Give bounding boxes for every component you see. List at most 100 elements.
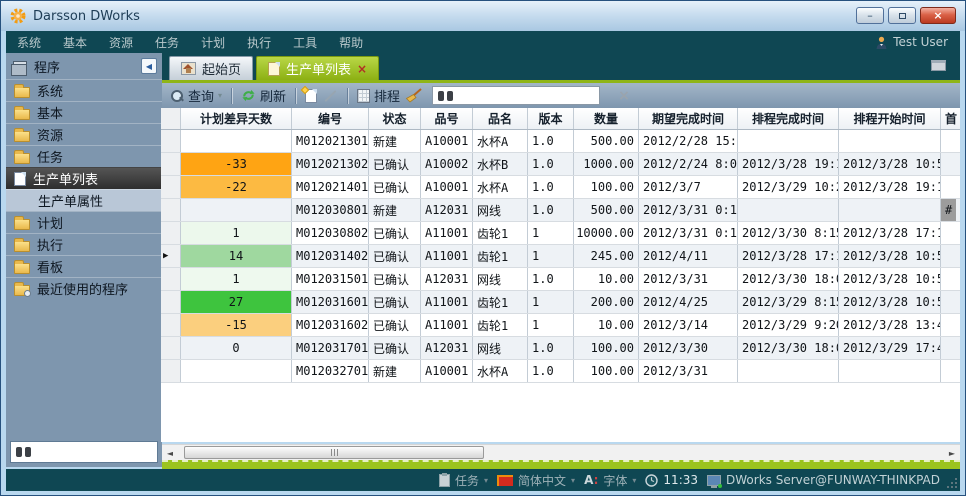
tab-start-page[interactable]: 起始页	[169, 56, 253, 80]
schedule-button[interactable]: 排程	[357, 86, 400, 105]
cell-expect[interactable]: 2012/4/25	[639, 291, 738, 313]
cell-sched_end[interactable]	[738, 199, 839, 221]
cell-sched_end[interactable]: 2012/3/30 8:15	[738, 222, 839, 244]
sidebar-item-8[interactable]: 看板	[6, 255, 162, 277]
cell-ver[interactable]: 1	[528, 291, 574, 313]
close-button[interactable]: ×	[920, 7, 956, 24]
cell-no[interactable]: M012021301	[292, 130, 369, 152]
status-font-menu[interactable]: A: 字体 ▾	[584, 472, 636, 489]
column-header-6[interactable]: 数量	[574, 108, 639, 129]
sidebar-item-2[interactable]: 资源	[6, 123, 162, 145]
status-task-menu[interactable]: 任务 ▾	[439, 472, 488, 489]
cell-name[interactable]: 水杯A	[473, 176, 528, 198]
cell-sched_start[interactable]: 2012/3/28 10:52	[839, 245, 941, 267]
cell-diff[interactable]: 1	[181, 268, 292, 290]
cell-status[interactable]: 已确认	[369, 268, 421, 290]
cell-item[interactable]: A12031	[421, 337, 473, 359]
cell-qty[interactable]: 100.00	[574, 360, 639, 382]
cell-expect[interactable]: 2012/3/31	[639, 360, 738, 382]
cell-sched_end[interactable]	[738, 360, 839, 382]
minimize-button[interactable]: –	[856, 7, 884, 24]
cell-sched_end[interactable]: 2012/3/29 10:20	[738, 176, 839, 198]
cell-sched_start[interactable]: 2012/3/28 10:52	[839, 291, 941, 313]
cell-status[interactable]: 已确认	[369, 245, 421, 267]
menu-item-1[interactable]: 基本	[52, 34, 98, 51]
cell-qty[interactable]: 100.00	[574, 337, 639, 359]
cell-item[interactable]: A10001	[421, 360, 473, 382]
sidebar-collapse-button[interactable]: ◀	[141, 58, 157, 74]
cell-diff[interactable]: -22	[181, 176, 292, 198]
cell-sched_end[interactable]: 2012/3/29 8:15	[738, 291, 839, 313]
cell-item[interactable]: A11001	[421, 291, 473, 313]
sidebar-item-3[interactable]: 任务	[6, 145, 162, 167]
cell-sched_start[interactable]: 2012/3/28 13:40	[839, 314, 941, 336]
cell-no[interactable]: M012031402	[292, 245, 369, 267]
user-area[interactable]: Test User	[875, 35, 960, 49]
column-header-4[interactable]: 品名	[473, 108, 528, 129]
row-selector-cell[interactable]	[161, 360, 181, 382]
new-button[interactable]	[305, 89, 317, 103]
menu-item-5[interactable]: 执行	[236, 34, 282, 51]
table-row[interactable]: M012021301新建A10001水杯A1.0500.002012/2/28 …	[161, 130, 960, 153]
sidebar-item-0[interactable]: 系统	[6, 79, 162, 101]
cell-qty[interactable]: 500.00	[574, 130, 639, 152]
sidebar-item-9[interactable]: 最近使用的程序	[6, 277, 162, 299]
cell-no[interactable]: M012032701	[292, 360, 369, 382]
row-selector-cell[interactable]	[161, 222, 181, 244]
table-row[interactable]: 1M012031501已确认A12031网线1.010.002012/3/312…	[161, 268, 960, 291]
cell-status[interactable]: 新建	[369, 360, 421, 382]
cell-sched_start[interactable]	[839, 360, 941, 382]
cell-expect[interactable]: 2012/3/31 0:10	[639, 199, 738, 221]
cell-ver[interactable]: 1.0	[528, 360, 574, 382]
cell-sched_start[interactable]: 2012/3/28 19:10	[839, 176, 941, 198]
cell-qty[interactable]: 200.00	[574, 291, 639, 313]
cell-no[interactable]: M012030802	[292, 222, 369, 244]
cell-status[interactable]: 已确认	[369, 337, 421, 359]
cell-sched_start[interactable]	[839, 199, 941, 221]
query-caret-icon[interactable]: ▾	[218, 91, 222, 100]
table-row[interactable]: 27M012031601已确认A11001齿轮11200.002012/4/25…	[161, 291, 960, 314]
cell-status[interactable]: 已确认	[369, 222, 421, 244]
table-row[interactable]: 0M012031701已确认A12031网线1.0100.002012/3/30…	[161, 337, 960, 360]
row-selector-cell[interactable]	[161, 314, 181, 336]
cell-sched_end[interactable]: 2012/3/30 18:00	[738, 268, 839, 290]
cell-expect[interactable]: 2012/2/28 15:00	[639, 130, 738, 152]
column-header-9[interactable]: 排程开始时间	[839, 108, 941, 129]
cell-extra[interactable]	[941, 291, 960, 313]
cell-diff[interactable]: 0	[181, 337, 292, 359]
cell-no[interactable]: M012021302	[292, 153, 369, 175]
cell-ver[interactable]: 1	[528, 222, 574, 244]
column-header-1[interactable]: 编号	[292, 108, 369, 129]
sidebar-item-7[interactable]: 执行	[6, 233, 162, 255]
cell-sched_start[interactable]	[839, 130, 941, 152]
cell-sched_end[interactable]: 2012/3/28 17:13	[738, 245, 839, 267]
sidebar-item-1[interactable]: 基本	[6, 101, 162, 123]
table-row[interactable]: -15M012031602已确认A11001齿轮1110.002012/3/14…	[161, 314, 960, 337]
clean-button[interactable]	[405, 88, 422, 103]
scrollbar-thumb[interactable]	[184, 446, 484, 459]
cell-diff[interactable]	[181, 199, 292, 221]
cell-no[interactable]: M012031602	[292, 314, 369, 336]
column-header-5[interactable]: 版本	[528, 108, 574, 129]
menu-item-3[interactable]: 任务	[144, 34, 190, 51]
cell-status[interactable]: 新建	[369, 199, 421, 221]
cell-no[interactable]: M012031701	[292, 337, 369, 359]
refresh-button[interactable]: 刷新	[241, 86, 286, 105]
cell-status[interactable]: 已确认	[369, 176, 421, 198]
cell-extra[interactable]	[941, 268, 960, 290]
cell-name[interactable]: 齿轮1	[473, 314, 528, 336]
cell-sched_end[interactable]: 2012/3/28 19:10	[738, 153, 839, 175]
cell-ver[interactable]: 1.0	[528, 337, 574, 359]
cell-expect[interactable]: 2012/3/31 0:17	[639, 222, 738, 244]
cell-name[interactable]: 水杯A	[473, 360, 528, 382]
edit-button[interactable]	[322, 95, 338, 97]
query-button[interactable]: 查询 ▾	[170, 86, 222, 105]
column-header-7[interactable]: 期望完成时间	[639, 108, 738, 129]
cell-item[interactable]: A11001	[421, 222, 473, 244]
cell-diff[interactable]	[181, 360, 292, 382]
column-header-2[interactable]: 状态	[369, 108, 421, 129]
cell-no[interactable]: M012031601	[292, 291, 369, 313]
table-row[interactable]: -22M012021401已确认A10001水杯A1.0100.002012/3…	[161, 176, 960, 199]
cell-extra[interactable]	[941, 360, 960, 382]
cell-qty[interactable]: 10000.00	[574, 222, 639, 244]
